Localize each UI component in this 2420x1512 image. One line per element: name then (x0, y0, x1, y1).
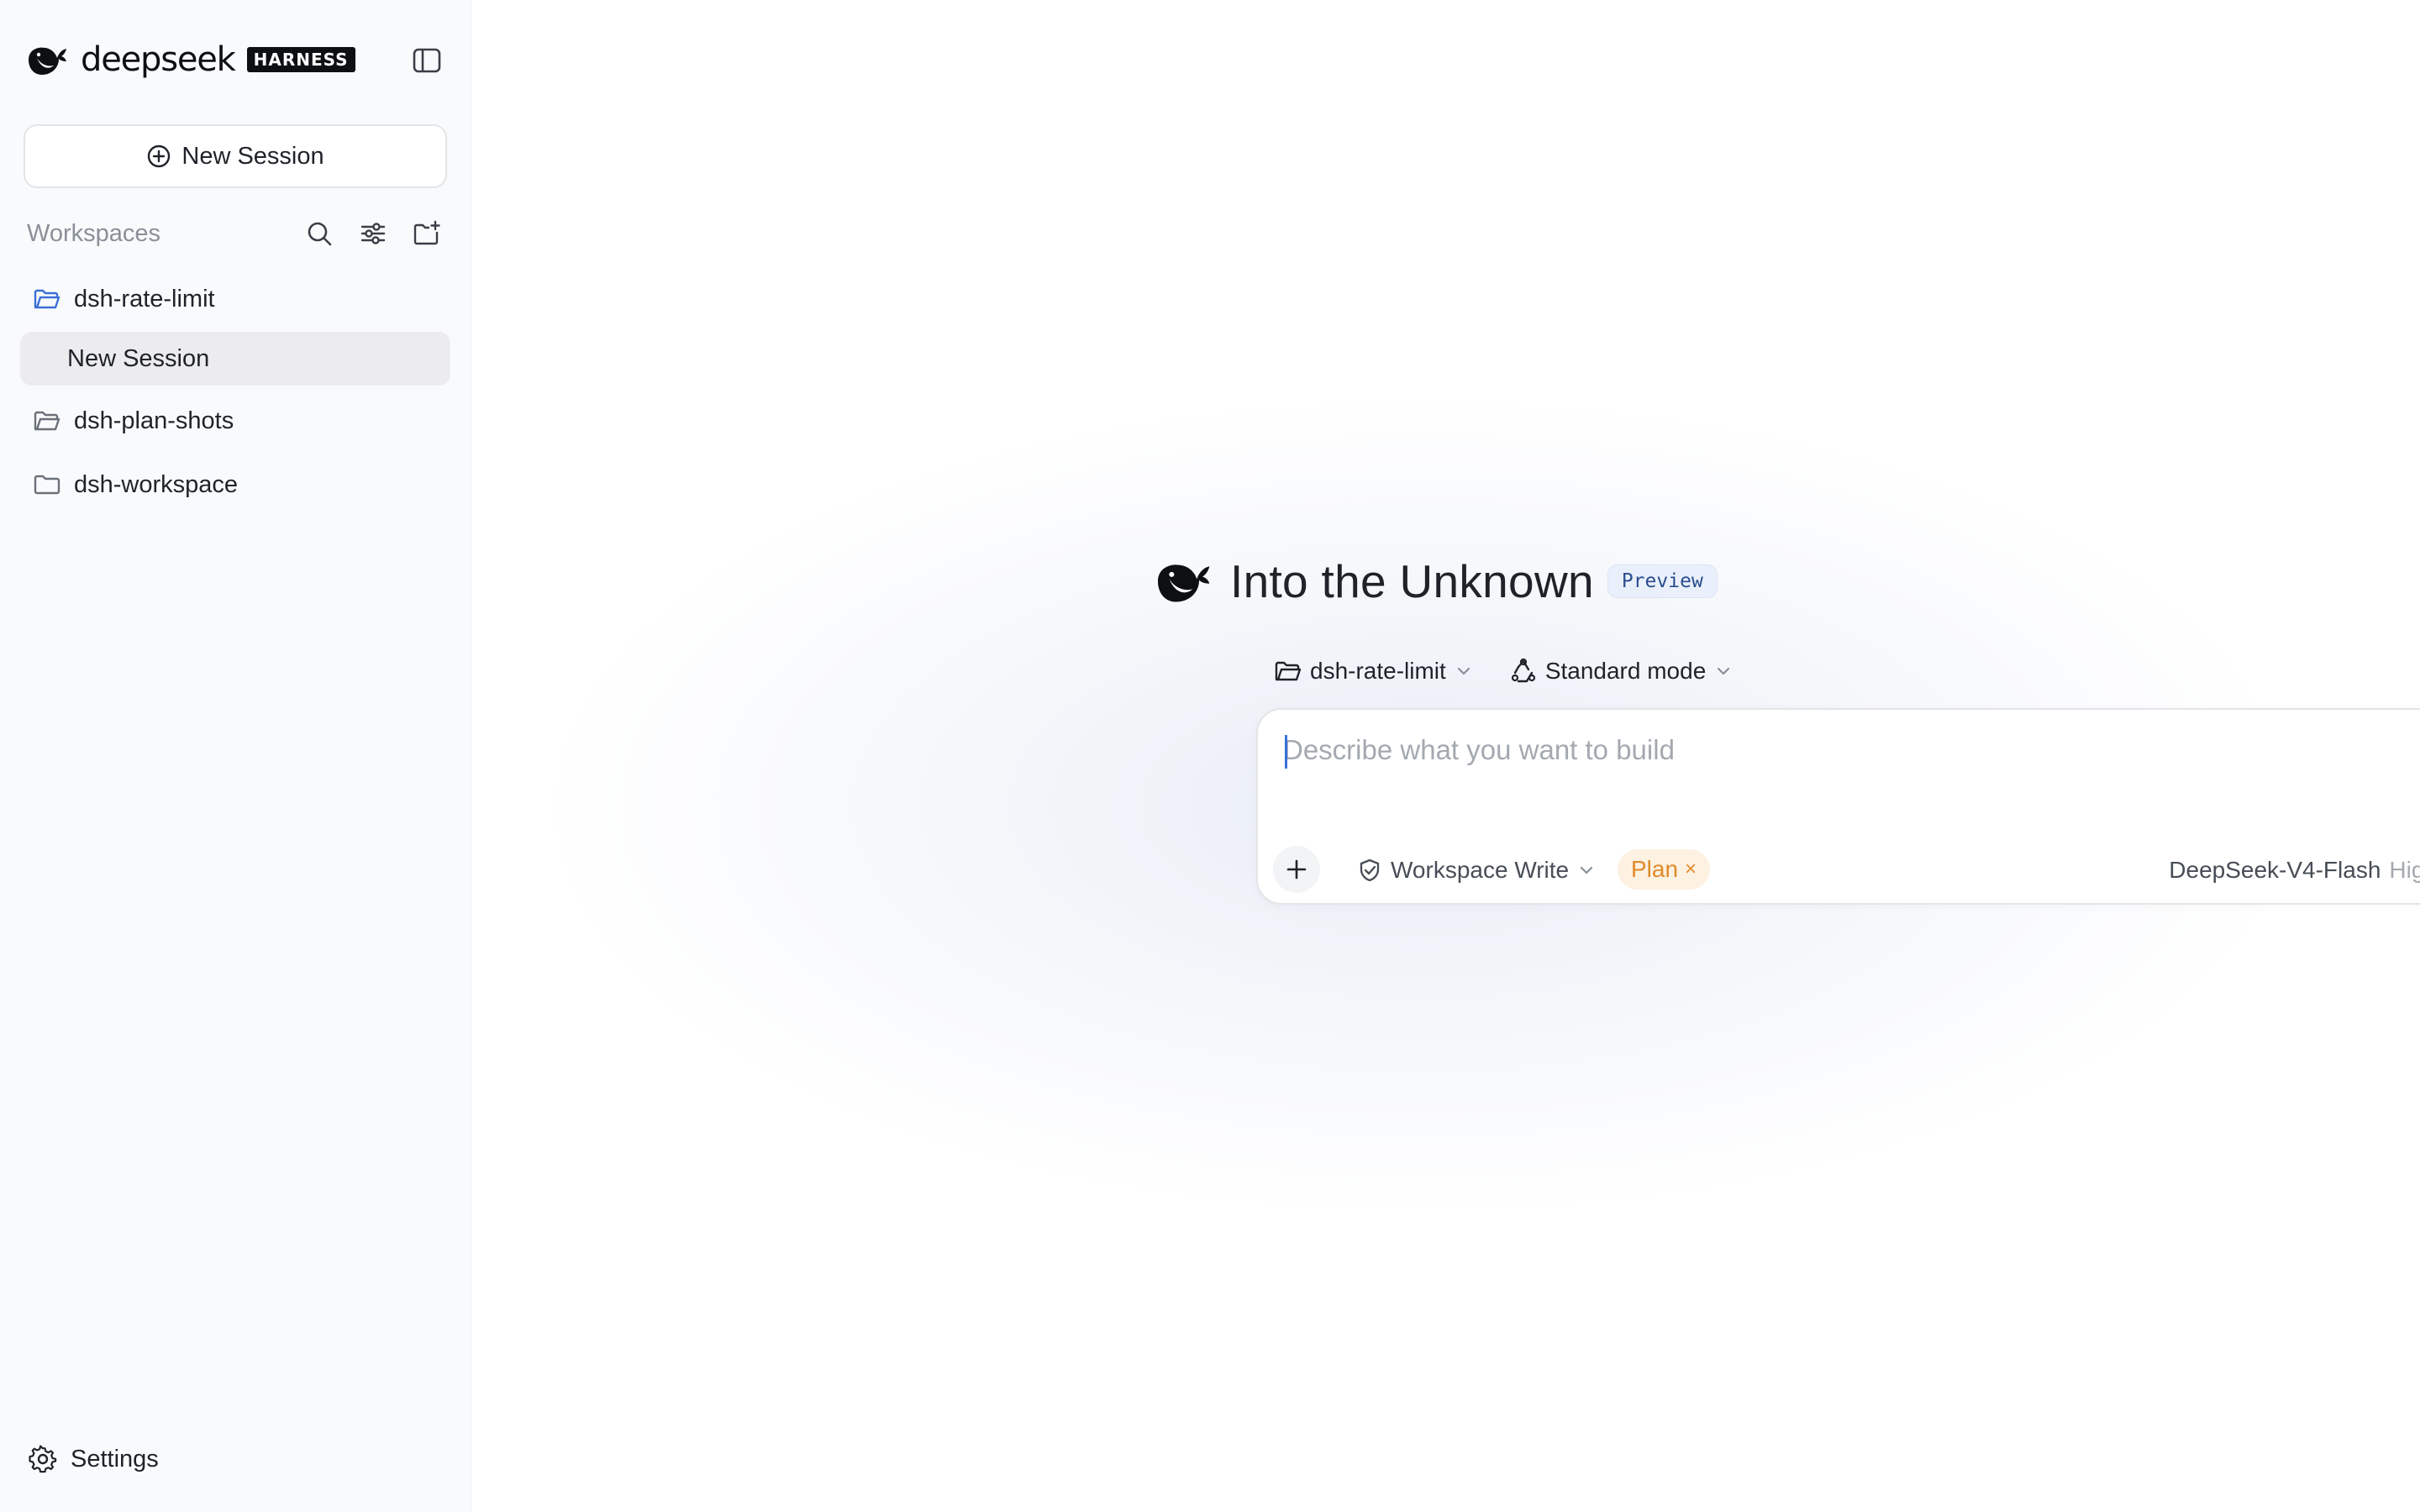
model-selector[interactable]: DeepSeek-V4-Flash High (2169, 853, 2420, 888)
sidebar-panel-icon (413, 48, 441, 73)
search-icon (308, 222, 332, 246)
workspace-selector[interactable]: dsh-rate-limit (1275, 658, 1473, 685)
session-item-new-session[interactable]: New Session (20, 332, 450, 386)
prompt-input[interactable] (1283, 733, 2420, 767)
mode-selector-label: Standard mode (1544, 658, 1707, 684)
plan-chip-label: Plan (1631, 856, 1679, 882)
main-panel: Into the Unknown Preview dsh-rate-limit (471, 0, 2420, 1512)
filter-workspaces-button[interactable] (358, 218, 388, 249)
plus-circle-icon (148, 144, 171, 168)
workspace-label: dsh-rate-limit (74, 285, 215, 312)
plan-mode-chip[interactable]: Plan × (1618, 849, 1711, 890)
deepseek-whale-icon (1158, 564, 1210, 602)
remove-plan-icon[interactable]: × (1685, 858, 1697, 881)
folder-icon (34, 475, 60, 495)
workspace-label: dsh-workspace (74, 470, 239, 498)
permission-label: Workspace Write (1391, 857, 1570, 883)
plus-icon (1286, 859, 1307, 879)
chevron-down-icon (1581, 866, 1593, 874)
workspaces-header: Workspaces (27, 215, 447, 252)
sidebar: deepseek HARNESS New Session Workspaces (0, 0, 471, 1512)
add-workspace-button[interactable] (412, 218, 442, 249)
text-caret (1285, 735, 1287, 769)
hero-title: Into the Unknown (1230, 555, 1594, 607)
workspaces-toolbar (304, 218, 442, 249)
new-session-label: New Session (182, 142, 324, 170)
workspaces-title: Workspaces (27, 219, 161, 247)
preview-badge: Preview (1607, 564, 1718, 598)
workspace-selector-label: dsh-rate-limit (1310, 658, 1446, 684)
workspace-item-dsh-workspace[interactable]: dsh-workspace (20, 458, 450, 512)
deepseek-whale-icon (29, 47, 66, 75)
workspace-item-dsh-rate-limit[interactable]: dsh-rate-limit (20, 272, 450, 326)
folder-open-icon (1275, 661, 1302, 681)
session-label: New Session (67, 344, 210, 372)
hero-heading: Into the Unknown Preview (1153, 554, 1718, 608)
folder-open-icon (34, 411, 60, 431)
shield-check-icon (1360, 858, 1380, 882)
sliders-icon (360, 223, 386, 244)
recycle-icon (1511, 658, 1535, 683)
permission-selector[interactable]: Workspace Write (1357, 853, 1596, 888)
brand-name: deepseek (81, 40, 236, 79)
mode-selector[interactable]: Standard mode (1510, 658, 1733, 685)
search-workspaces-button[interactable] (304, 218, 334, 249)
folder-plus-icon (413, 220, 440, 245)
prompt-composer: Workspace Write Plan × DeepSeek-V4-Flash… (1256, 708, 2420, 905)
brand-logo: deepseek HARNESS (25, 40, 355, 79)
app-window: deepseek HARNESS New Session Workspaces (0, 0, 2420, 1512)
gear-icon (29, 1445, 57, 1473)
settings-button[interactable]: Settings (29, 1438, 159, 1480)
model-name: DeepSeek-V4-Flash (2169, 857, 2381, 883)
workspace-item-dsh-plan-shots[interactable]: dsh-plan-shots (20, 394, 450, 448)
brand-tag: HARNESS (246, 47, 355, 72)
attach-button[interactable] (1273, 846, 1320, 893)
workspace-label: dsh-plan-shots (74, 407, 234, 434)
settings-label: Settings (71, 1445, 159, 1473)
new-session-button[interactable]: New Session (24, 124, 447, 188)
folder-open-icon (34, 289, 60, 309)
model-effort: High (2389, 857, 2420, 883)
chevron-down-icon (1718, 667, 1730, 675)
context-selectors: dsh-rate-limit Standard mode (1275, 654, 1733, 689)
toggle-sidebar-button[interactable] (412, 45, 442, 76)
chevron-down-icon (1457, 667, 1470, 675)
